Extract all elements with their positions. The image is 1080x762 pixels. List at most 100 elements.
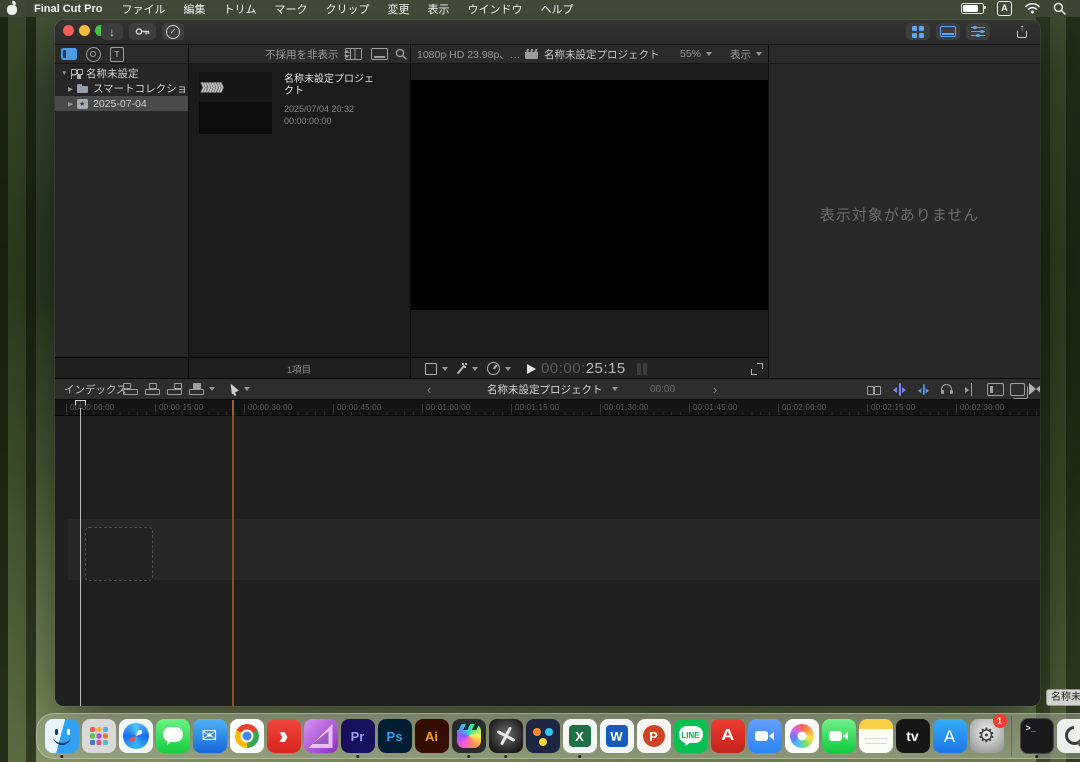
dock-app[interactable] (1057, 716, 1080, 756)
dock-app[interactable] (822, 716, 856, 756)
background-tasks-button[interactable]: ✓ (162, 23, 184, 40)
titles-generators-sidebar-button[interactable]: T (110, 47, 124, 62)
battery-icon[interactable] (961, 3, 984, 14)
dock-app[interactable] (526, 716, 560, 756)
show-libraries-sidebar-button[interactable] (61, 48, 77, 60)
timeline-ruler[interactable]: 00:00:00:00 00:00:15:00 00:00:30:00 00:0… (55, 400, 1040, 416)
overwrite-edit-dropdown[interactable] (189, 379, 215, 399)
dock-app[interactable]: LINE (674, 716, 708, 756)
photos-audio-sidebar-button[interactable] (86, 47, 101, 62)
dock-app[interactable] (1007, 716, 1017, 756)
browser-search-button[interactable] (395, 45, 407, 63)
minimize-window-button[interactable] (79, 25, 90, 36)
clip-appearance-button[interactable] (345, 45, 362, 63)
transform-crop-dropdown[interactable] (425, 358, 448, 379)
browser-view-button[interactable] (371, 45, 388, 63)
menu-item[interactable]: ファイル (112, 1, 174, 17)
apple-menu-icon[interactable] (0, 0, 24, 17)
dock-app[interactable]: P (637, 716, 671, 756)
connect-edit-button[interactable] (123, 379, 138, 399)
effects-browser-button[interactable] (1010, 379, 1025, 399)
browser-pane[interactable]: ›››››››› 名称未設定プロジェクト 2025/07/04 20:32 00… (189, 64, 410, 357)
timeline-history-forward-button[interactable]: › (713, 379, 717, 399)
dock-app[interactable] (452, 716, 486, 756)
audio-meters-button[interactable] (637, 358, 647, 379)
dock-app[interactable]: tv (896, 716, 930, 756)
dock-app[interactable] (45, 716, 79, 756)
dock-app[interactable]: Ps (378, 716, 412, 756)
menu-item[interactable]: Final Cut Pro (24, 3, 112, 15)
dock-app[interactable]: W (600, 716, 634, 756)
viewer-format-info[interactable]: 1080p HD 23.98p、… (417, 45, 520, 63)
play-button[interactable] (527, 358, 536, 379)
timeline-body[interactable] (55, 416, 1040, 706)
import-media-button[interactable]: ↓ (101, 23, 123, 40)
viewer-timecode[interactable]: 00:00:25:15 (541, 358, 626, 379)
dock-app[interactable]: Ai (415, 716, 449, 756)
wifi-icon[interactable] (1025, 3, 1040, 14)
menu-item[interactable]: ウインドウ (458, 1, 531, 17)
menu-item[interactable]: 編集 (174, 1, 214, 17)
dock-app[interactable] (859, 716, 893, 756)
menu-item[interactable]: 変更 (378, 1, 418, 17)
sidebar-tree-row[interactable]: ▼ 名称未設定 (55, 66, 188, 81)
share-button[interactable] (1010, 23, 1034, 40)
effects-wand-dropdown[interactable] (455, 358, 478, 379)
fullscreen-button[interactable] (751, 358, 763, 379)
disclosure-triangle-icon[interactable]: ▼ (61, 70, 70, 77)
dock-app[interactable] (748, 716, 782, 756)
close-window-button[interactable] (63, 25, 74, 36)
disclosure-triangle-icon[interactable]: ▶ (68, 85, 77, 93)
dock-app[interactable]: Pr (341, 716, 375, 756)
window-titlebar[interactable]: ↓ ✓ (55, 20, 1040, 45)
inspector-toggle-button[interactable] (966, 23, 990, 40)
playhead[interactable] (80, 400, 81, 706)
dock-app[interactable] (119, 716, 153, 756)
dock-app[interactable] (304, 716, 338, 756)
clip-filter-dropdown[interactable]: 不採用を非表示 (265, 45, 350, 63)
dock-app[interactable] (230, 716, 264, 756)
project-clip-metadata[interactable]: 名称未設定プロジェクト 2025/07/04 20:32 00:00:00:00 (284, 74, 380, 127)
sidebar-tree-row[interactable]: ▶ 2025-07-04 (55, 96, 188, 111)
menu-item[interactable]: トリム (214, 1, 265, 17)
dock-app[interactable] (156, 716, 190, 756)
dock-app[interactable]: ✉ (193, 716, 227, 756)
audio-skimming-toggle-button[interactable] (917, 379, 930, 399)
sidebar-tree-row[interactable]: ▶ スマートコレクション (55, 81, 188, 96)
skimming-toggle-button[interactable] (893, 379, 906, 399)
dock-app[interactable]: >_ (1020, 716, 1054, 756)
clip-appearance-button-timeline[interactable] (987, 379, 1004, 399)
retime-dropdown[interactable] (487, 358, 511, 379)
dock-app[interactable]: A (933, 716, 967, 756)
keyword-editor-button[interactable] (129, 23, 156, 40)
dock-app[interactable]: ›› (267, 716, 301, 756)
solo-toggle-button[interactable] (941, 379, 953, 399)
project-thumbnail[interactable]: ›››››››› (199, 72, 272, 134)
viewer-view-dropdown[interactable]: 表示 (730, 45, 762, 63)
timeline-toggle-button[interactable] (936, 23, 960, 40)
transitions-browser-button[interactable] (1029, 379, 1040, 399)
viewer-zoom-dropdown[interactable]: 55% (680, 45, 712, 63)
menu-item[interactable]: マーク (265, 1, 316, 17)
dock-app[interactable] (82, 716, 116, 756)
dock-app[interactable] (489, 716, 523, 756)
insert-edit-button[interactable] (145, 379, 160, 399)
menu-item[interactable]: クリップ (316, 1, 378, 17)
menu-item[interactable]: 表示 (418, 1, 458, 17)
timeline-history-back-button[interactable]: ‹ (427, 379, 431, 399)
timeline-index-button[interactable]: インデックス (64, 379, 127, 399)
snapping-toggle-button[interactable] (965, 379, 977, 399)
menu-item[interactable]: ヘルプ (531, 1, 582, 17)
dock-app[interactable] (785, 716, 819, 756)
dock-app[interactable]: A (711, 716, 745, 756)
spotlight-search-icon[interactable] (1053, 2, 1066, 15)
trim-tool-button[interactable] (867, 379, 881, 399)
timeline-project-dropdown[interactable]: 名称未設定プロジェクト (487, 379, 618, 399)
append-edit-button[interactable] (167, 379, 182, 399)
tool-select-dropdown[interactable] (227, 379, 250, 399)
dock-app[interactable]: X (563, 716, 597, 756)
dock-app[interactable]: ⚙ 1 (970, 716, 1004, 756)
browser-toggle-button[interactable] (906, 23, 930, 40)
input-source-indicator[interactable]: A (997, 1, 1012, 16)
disclosure-triangle-icon[interactable]: ▶ (68, 100, 77, 108)
